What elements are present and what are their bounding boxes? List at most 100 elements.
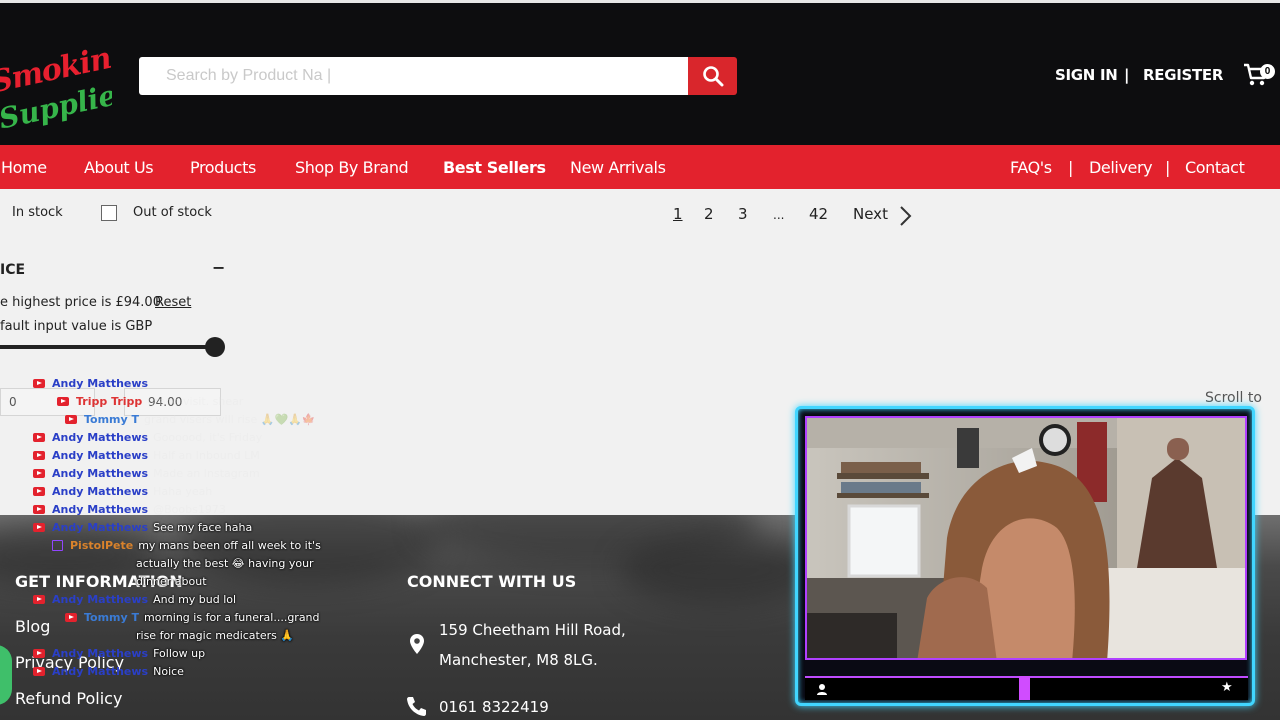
webcam-scene [807, 418, 1245, 658]
in-stock-label[interactable]: In stock [12, 205, 63, 220]
chat-username: Andy Matthews [52, 665, 149, 678]
chat-message: Andy Matthews Made an Instagram [33, 467, 260, 480]
price-slider-track[interactable] [0, 345, 215, 349]
highest-price-text: e highest price is £94.00 [0, 295, 161, 310]
chat-text: my mans been off all week to it's [138, 539, 321, 552]
chat-message: Andy Matthews @Boobs1973 [33, 503, 226, 516]
out-of-stock-label[interactable]: Out of stock [133, 205, 212, 220]
register-link[interactable]: REGISTER [1143, 66, 1223, 84]
webcam-bar-divider [1019, 676, 1030, 700]
phone-icon [407, 697, 426, 716]
chat-message: Andy Matthews And my bud lol [33, 593, 236, 606]
nav-home[interactable]: Home [1, 158, 47, 177]
stream-chat-overlay: Andy Matthews Tripp Tripp grand visit. s… [0, 375, 321, 720]
nav-best-sellers[interactable]: Best Sellers [443, 158, 546, 177]
chat-text: Half an Inbound LM [153, 449, 260, 462]
cart-button[interactable]: 0 [1242, 61, 1278, 91]
chat-username: Andy Matthews [52, 521, 149, 534]
out-of-stock-checkbox[interactable] [101, 205, 117, 221]
next-page-link[interactable]: Next [853, 205, 888, 223]
webcam-bar-left [805, 676, 1019, 700]
chat-username: Andy Matthews [52, 647, 149, 660]
chat-message: Andy Matthews [33, 377, 153, 390]
chat-username: Tripp Tripp [76, 395, 143, 408]
youtube-icon [65, 415, 77, 424]
nav-contact[interactable]: Contact [1185, 158, 1245, 177]
nav-faqs[interactable]: FAQ's [1010, 158, 1052, 177]
search-input[interactable] [139, 57, 688, 95]
price-slider-handle[interactable] [205, 337, 225, 357]
nav-separator: | [1068, 158, 1073, 177]
sign-in-link[interactable]: SIGN IN [1055, 66, 1118, 84]
youtube-icon [33, 667, 45, 676]
user-icon [817, 684, 827, 695]
star-icon: ★ [1221, 680, 1233, 695]
chat-message: Tommy T grand visers will rise 🙏💚🙏🍁 [65, 413, 316, 426]
chat-username: Andy Matthews [52, 431, 149, 444]
search-box [139, 57, 688, 95]
chat-username: Andy Matthews [52, 377, 149, 390]
chat-text: grand visit. shear [147, 395, 244, 408]
chat-message: Andy Matthews Half an Inbound LM [33, 449, 260, 462]
chat-text: See my face haha [153, 521, 253, 534]
youtube-icon [33, 595, 45, 604]
chat-text: Follow up [153, 647, 206, 660]
youtube-icon [33, 523, 45, 532]
chat-message: Andy Matthews Follow up [33, 647, 205, 660]
nav-shop-by-brand[interactable]: Shop By Brand [295, 158, 409, 177]
nav-about-us[interactable]: About Us [84, 158, 154, 177]
chat-message: Andy Matthews Noice [33, 665, 184, 678]
chat-username: Andy Matthews [52, 503, 149, 516]
location-pin-icon [410, 634, 424, 654]
chevron-right-icon[interactable] [898, 205, 914, 227]
youtube-icon [33, 433, 45, 442]
collapse-icon[interactable]: − [212, 258, 225, 277]
nav-delivery[interactable]: Delivery [1089, 158, 1153, 177]
chat-username: PistolPete [70, 539, 134, 552]
page-ellipsis: ... [773, 208, 785, 222]
site-logo[interactable]: Smoking Supplier [0, 41, 112, 133]
page-link-3[interactable]: 3 [738, 205, 748, 223]
reset-link[interactable]: Reset [155, 295, 191, 310]
youtube-icon [33, 649, 45, 658]
nav-products[interactable]: Products [190, 158, 256, 177]
youtube-icon [33, 451, 45, 460]
youtube-icon [33, 469, 45, 478]
chat-message-continued: dinner about [136, 575, 207, 588]
main-nav: Home About Us Products Shop By Brand Bes… [0, 145, 1280, 189]
chat-text: Goooood, it's Friday [153, 431, 263, 444]
price-filter-heading[interactable]: ICE [0, 262, 25, 278]
chat-username: Andy Matthews [52, 449, 149, 462]
chat-text: dinner about [136, 575, 207, 588]
page-link-2[interactable]: 2 [704, 205, 714, 223]
chat-text: Made an Instagram [153, 467, 260, 480]
webcam-video [805, 416, 1247, 660]
youtube-icon [65, 613, 77, 622]
search-button[interactable] [688, 57, 737, 95]
chat-username: Andy Matthews [52, 593, 149, 606]
youtube-icon [57, 397, 69, 406]
chat-text: grand visers will rise 🙏💚🙏🍁 [144, 413, 316, 426]
youtube-icon [33, 505, 45, 514]
site-header: Smoking Supplier SIGN IN | REGISTER 0 [0, 0, 1280, 145]
nav-separator: | [1165, 158, 1170, 177]
chat-message: Andy Matthews Goooood, it's Friday [33, 431, 262, 444]
page-link-1[interactable]: 1 [673, 205, 683, 223]
auth-divider: | [1124, 66, 1130, 84]
page-link-42[interactable]: 42 [809, 205, 828, 223]
chat-message: Tommy T morning is for a funeral....gran… [65, 611, 320, 624]
chat-text: @Boobs1973 [153, 503, 226, 516]
chat-message: Tripp Tripp grand visit. shear [57, 395, 243, 408]
chat-text: morning is for a funeral....grand [144, 611, 320, 624]
search-icon [702, 66, 723, 87]
phone-number[interactable]: 0161 8322419 [439, 698, 549, 716]
youtube-icon [33, 379, 45, 388]
nav-new-arrivals[interactable]: New Arrivals [570, 158, 666, 177]
chat-username: Andy Matthews [52, 485, 149, 498]
chat-text: actually the best 😂 having your [136, 557, 314, 570]
chat-message-continued: actually the best 😂 having your [136, 557, 314, 570]
address-line-1: 159 Cheetham Hill Road, [439, 621, 626, 639]
chat-text: rise for magic medicaters 🙏 [136, 629, 295, 642]
address-line-2: Manchester, M8 8LG. [439, 651, 598, 669]
chat-message: PistolPete my mans been off all week to … [52, 539, 321, 552]
